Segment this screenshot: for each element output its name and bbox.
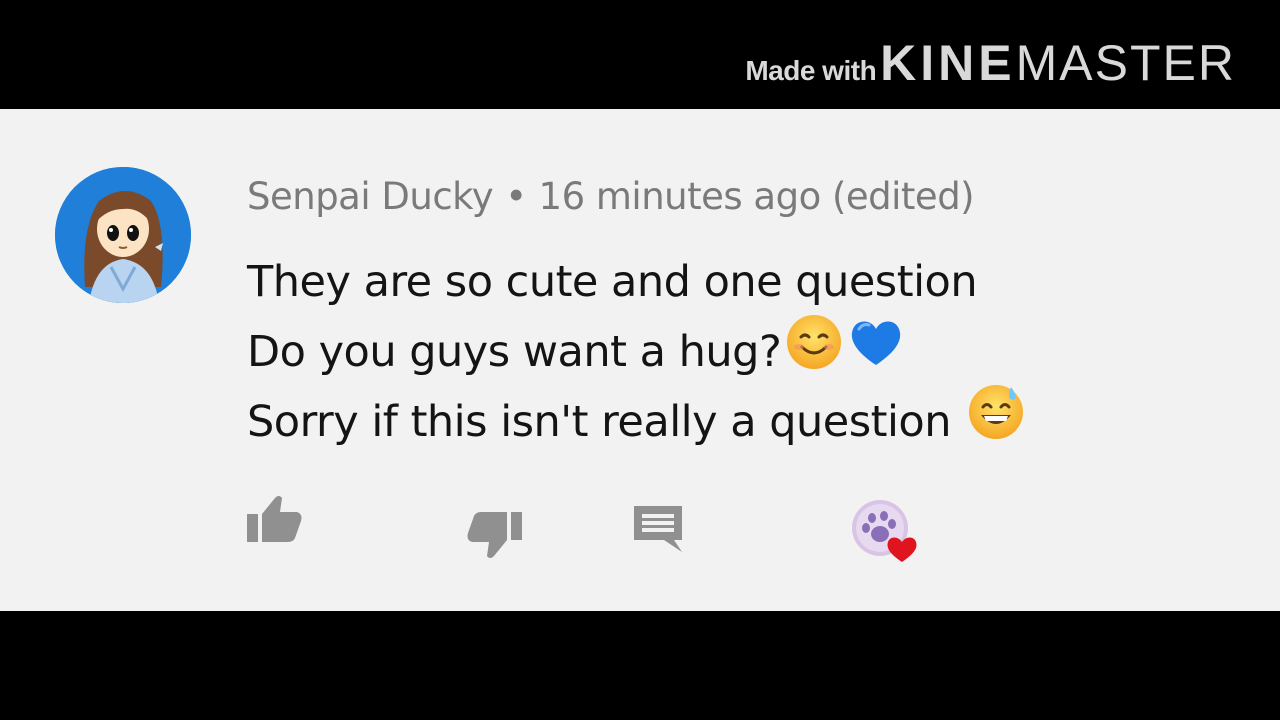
comment-timestamp: 16 minutes ago (edited) bbox=[538, 175, 975, 218]
thumbs-down-icon bbox=[467, 512, 522, 558]
comment-line: They are so cute and one question bbox=[247, 247, 1025, 317]
comment-text: They are so cute and one question Do you… bbox=[247, 247, 1025, 457]
grinning-sweat-emoji-icon bbox=[967, 383, 1025, 462]
comment-line: Sorry if this isn't really a question bbox=[247, 384, 1025, 457]
dislike-button[interactable] bbox=[466, 510, 522, 565]
meta-separator: • bbox=[505, 175, 527, 218]
reply-icon bbox=[634, 506, 682, 552]
blue-heart-emoji-icon bbox=[847, 313, 905, 392]
smiling-face-emoji-icon bbox=[785, 313, 843, 392]
watermark-kine: KINE bbox=[880, 35, 1016, 91]
comment-card: Senpai Ducky • 16 minutes ago (edited) The… bbox=[0, 109, 1280, 611]
comment-actions bbox=[0, 494, 1280, 574]
watermark: Made with KINE MASTER bbox=[745, 34, 1236, 92]
reply-button[interactable] bbox=[634, 506, 682, 557]
comment-meta: Senpai Ducky • 16 minutes ago (edited) bbox=[247, 175, 975, 218]
thumbs-up-icon bbox=[247, 496, 302, 542]
comment-line-text: They are so cute and one question bbox=[247, 257, 978, 307]
comment-line-text: Do you guys want a hug? bbox=[247, 327, 782, 377]
creator-heart[interactable] bbox=[850, 498, 922, 575]
comment-line: Do you guys want a hug? bbox=[247, 314, 1025, 387]
watermark-master: MASTER bbox=[1015, 35, 1236, 91]
like-button[interactable] bbox=[247, 494, 303, 549]
avatar-drawing bbox=[55, 167, 191, 303]
comment-line-text: Sorry if this isn't really a question bbox=[247, 397, 952, 447]
avatar[interactable] bbox=[55, 167, 191, 303]
author-name[interactable]: Senpai Ducky bbox=[247, 175, 494, 218]
watermark-made-with: Made with bbox=[745, 55, 877, 86]
creator-heart-icon bbox=[852, 500, 917, 562]
